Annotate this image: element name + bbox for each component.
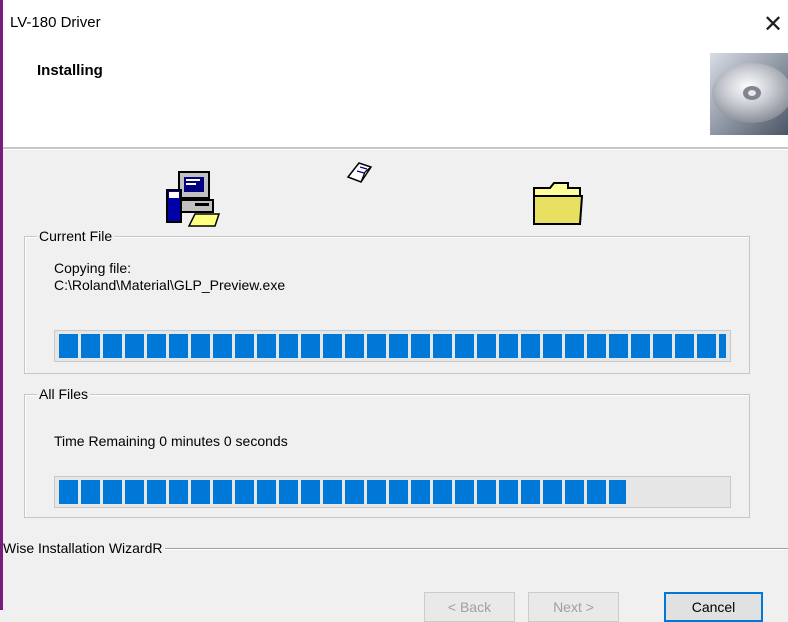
current-file-progress-fill xyxy=(59,334,726,358)
computer-install-icon xyxy=(166,171,221,227)
current-file-legend: Current File xyxy=(37,228,115,244)
window-title: LV-180 Driver xyxy=(10,14,101,31)
back-button[interactable]: < Back xyxy=(424,592,515,622)
all-files-progress-fill xyxy=(59,480,626,504)
page-title: Installing xyxy=(37,62,103,79)
header-divider xyxy=(3,147,788,150)
next-button-label: Next > xyxy=(553,599,594,615)
wizard-header: Installing xyxy=(3,44,788,148)
all-files-legend: All Files xyxy=(37,386,91,402)
next-button[interactable]: Next > xyxy=(528,592,619,622)
folder-icon xyxy=(533,182,584,225)
cd-disc-icon xyxy=(710,53,788,135)
all-files-progress-bar xyxy=(54,476,731,508)
cancel-button[interactable]: Cancel xyxy=(664,592,763,622)
current-file-progress-bar xyxy=(54,330,731,362)
close-icon[interactable]: ✕ xyxy=(763,10,783,39)
flying-paper-icon xyxy=(346,162,373,183)
close-button[interactable]: ✕ xyxy=(758,8,788,40)
cancel-button-label: Cancel xyxy=(691,599,736,615)
time-remaining-text: Time Remaining 0 minutes 0 seconds xyxy=(54,433,288,449)
copying-file-label: Copying file: xyxy=(54,260,132,276)
wizard-brand-label: Wise Installation WizardR xyxy=(3,540,165,556)
title-bar[interactable]: LV-180 Driver ✕ xyxy=(3,0,788,44)
back-button-label: < Back xyxy=(447,599,492,615)
current-file-path: C:\Roland\Material\GLP_Preview.exe xyxy=(54,277,286,293)
